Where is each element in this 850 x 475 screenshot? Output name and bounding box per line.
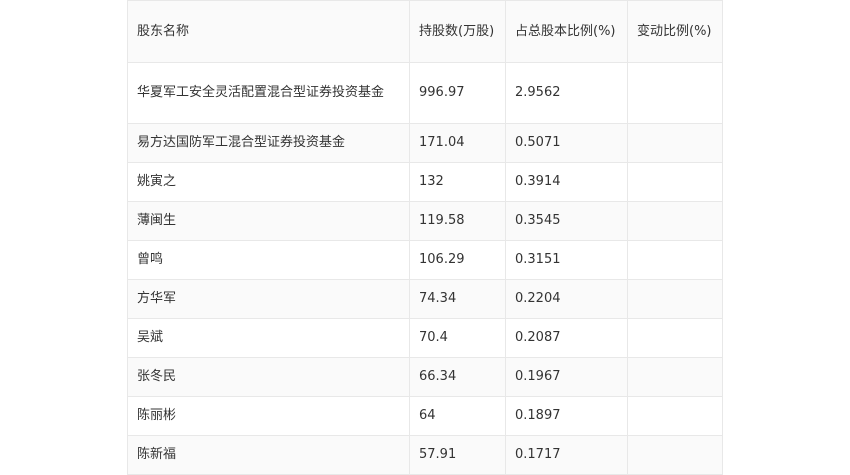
cell-change-ratio xyxy=(627,123,723,163)
cell-change-ratio xyxy=(627,318,723,358)
table-row: 华夏军工安全灵活配置混合型证券投资基金 996.97 2.9562 xyxy=(127,62,723,124)
cell-shares-held: 57.91 xyxy=(409,435,506,475)
header-share-ratio: 占总股本比例(%) xyxy=(505,0,628,63)
cell-change-ratio xyxy=(627,162,723,202)
cell-shares-held: 119.58 xyxy=(409,201,506,241)
cell-shareholder-name: 薄闽生 xyxy=(127,201,410,241)
header-change-ratio: 变动比例(%) xyxy=(627,0,723,63)
header-shares-held: 持股数(万股) xyxy=(409,0,506,63)
cell-shares-held: 66.34 xyxy=(409,357,506,397)
header-shareholder-name: 股东名称 xyxy=(127,0,410,63)
table-row: 吴斌 70.4 0.2087 xyxy=(127,318,723,358)
cell-shares-held: 171.04 xyxy=(409,123,506,163)
cell-change-ratio xyxy=(627,240,723,280)
table-row: 方华军 74.34 0.2204 xyxy=(127,279,723,319)
cell-shareholder-name: 姚寅之 xyxy=(127,162,410,202)
cell-share-ratio: 0.2204 xyxy=(505,279,628,319)
cell-shareholder-name: 华夏军工安全灵活配置混合型证券投资基金 xyxy=(127,62,410,124)
cell-shareholder-name: 陈丽彬 xyxy=(127,396,410,436)
cell-change-ratio xyxy=(627,201,723,241)
cell-shareholder-name: 陈新福 xyxy=(127,435,410,475)
cell-change-ratio xyxy=(627,62,723,124)
cell-share-ratio: 0.3545 xyxy=(505,201,628,241)
cell-share-ratio: 0.5071 xyxy=(505,123,628,163)
cell-share-ratio: 0.1897 xyxy=(505,396,628,436)
cell-share-ratio: 0.2087 xyxy=(505,318,628,358)
cell-change-ratio xyxy=(627,435,723,475)
table-row: 姚寅之 132 0.3914 xyxy=(127,162,723,202)
cell-share-ratio: 0.1967 xyxy=(505,357,628,397)
cell-shares-held: 132 xyxy=(409,162,506,202)
table-header-row: 股东名称 持股数(万股) 占总股本比例(%) 变动比例(%) xyxy=(127,0,723,63)
cell-shareholder-name: 张冬民 xyxy=(127,357,410,397)
cell-shares-held: 74.34 xyxy=(409,279,506,319)
table-row: 张冬民 66.34 0.1967 xyxy=(127,357,723,397)
cell-change-ratio xyxy=(627,279,723,319)
cell-share-ratio: 2.9562 xyxy=(505,62,628,124)
table-row: 曾鸣 106.29 0.3151 xyxy=(127,240,723,280)
cell-shares-held: 70.4 xyxy=(409,318,506,358)
table-row: 陈新福 57.91 0.1717 xyxy=(127,435,723,475)
cell-change-ratio xyxy=(627,396,723,436)
cell-shares-held: 106.29 xyxy=(409,240,506,280)
cell-shares-held: 996.97 xyxy=(409,62,506,124)
cell-shareholder-name: 易方达国防军工混合型证券投资基金 xyxy=(127,123,410,163)
cell-share-ratio: 0.3151 xyxy=(505,240,628,280)
table-row: 薄闽生 119.58 0.3545 xyxy=(127,201,723,241)
cell-share-ratio: 0.1717 xyxy=(505,435,628,475)
cell-shares-held: 64 xyxy=(409,396,506,436)
shareholder-table: 股东名称 持股数(万股) 占总股本比例(%) 变动比例(%) 华夏军工安全灵活配… xyxy=(127,0,723,475)
cell-shareholder-name: 曾鸣 xyxy=(127,240,410,280)
table-row: 陈丽彬 64 0.1897 xyxy=(127,396,723,436)
cell-shareholder-name: 吴斌 xyxy=(127,318,410,358)
table-row: 易方达国防军工混合型证券投资基金 171.04 0.5071 xyxy=(127,123,723,163)
cell-shareholder-name: 方华军 xyxy=(127,279,410,319)
cell-change-ratio xyxy=(627,357,723,397)
cell-share-ratio: 0.3914 xyxy=(505,162,628,202)
